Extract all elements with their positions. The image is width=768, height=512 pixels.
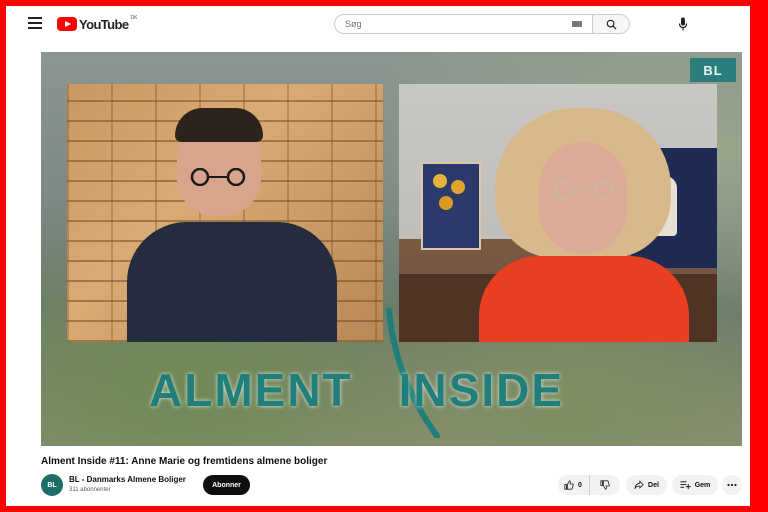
subscribe-button[interactable]: Abonner: [203, 475, 250, 495]
show-title-right: INSIDE: [398, 364, 565, 416]
share-button[interactable]: Del: [626, 475, 667, 495]
video-panel-left: [67, 84, 383, 342]
youtube-logo[interactable]: YouTube DK: [57, 15, 138, 32]
like-count: 0: [578, 481, 582, 489]
channel-watermark: BL: [690, 58, 736, 82]
search-icon: [606, 19, 617, 30]
mic-icon[interactable]: [678, 17, 688, 31]
video-panel-right: [399, 84, 717, 342]
share-icon: [634, 480, 644, 489]
share-label: Del: [648, 481, 659, 489]
like-dislike-group: 0: [558, 475, 620, 495]
menu-icon[interactable]: [28, 17, 42, 29]
like-button[interactable]: 0: [558, 475, 590, 495]
playlist-add-icon: [680, 481, 691, 490]
thumbs-up-icon: [564, 480, 574, 490]
logo-text: YouTube: [79, 16, 129, 32]
page-frame: YouTube DK BL: [6, 6, 750, 506]
video-player[interactable]: BL ALMENT INSIDE: [41, 52, 742, 446]
dislike-button[interactable]: [590, 475, 620, 495]
top-bar: YouTube DK: [6, 6, 750, 42]
show-title-overlay: ALMENT INSIDE: [149, 364, 649, 416]
save-label: Gem: [694, 481, 711, 489]
video-title: Alment Inside #11: Anne Marie og fremtid…: [41, 456, 328, 467]
speaker-right: [479, 108, 689, 342]
keyboard-icon[interactable]: [572, 21, 582, 27]
save-button[interactable]: Gem: [672, 475, 718, 495]
painting-sunflowers: [421, 162, 481, 250]
show-title-left: ALMENT: [149, 364, 353, 416]
youtube-play-icon: [57, 17, 77, 31]
search-input[interactable]: [335, 15, 572, 33]
speaker-left: [127, 108, 337, 342]
channel-name[interactable]: BL - Danmarks Almene Boliger: [69, 475, 186, 484]
channel-avatar[interactable]: BL: [41, 474, 63, 496]
subscriber-count: 311 abonnenter: [69, 487, 111, 493]
more-icon: [727, 483, 737, 487]
logo-country: DK: [130, 15, 138, 21]
thumbs-down-icon: [600, 480, 610, 490]
search-box: [334, 14, 630, 34]
search-button[interactable]: [592, 15, 629, 33]
more-actions-button[interactable]: [722, 475, 742, 495]
